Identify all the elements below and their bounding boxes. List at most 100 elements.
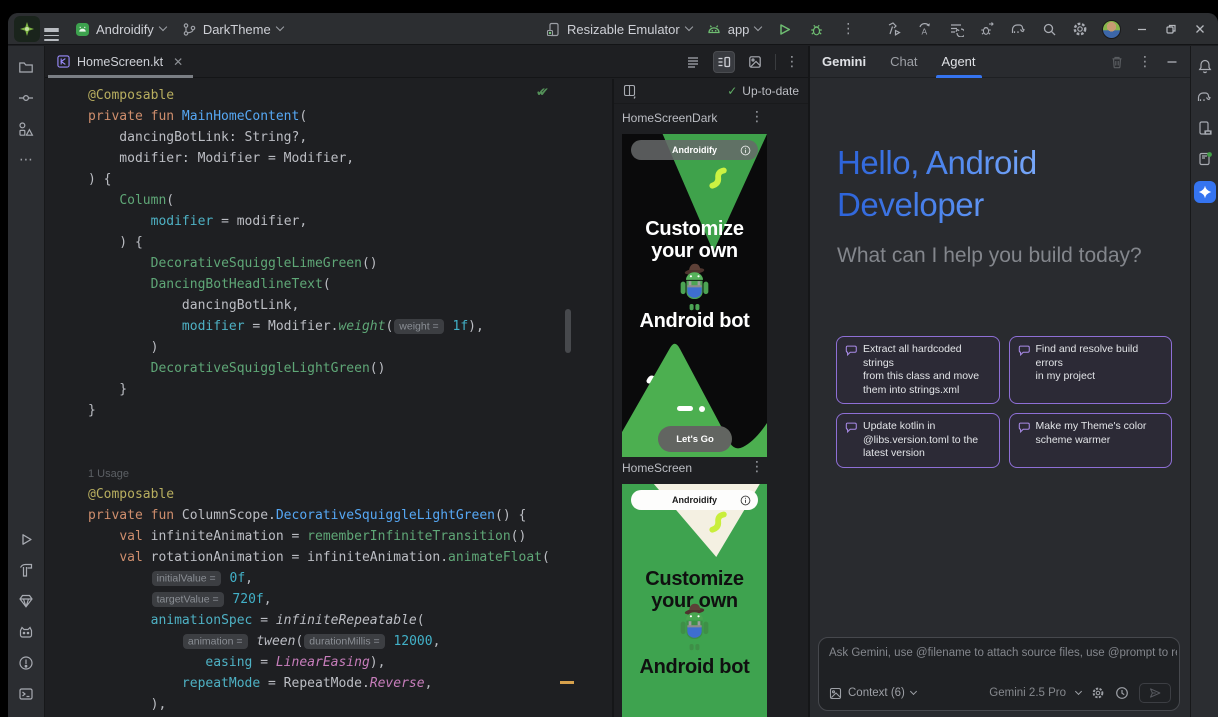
app-quality-insights-icon[interactable] xyxy=(17,592,35,610)
logcat-tool-icon[interactable] xyxy=(17,623,35,641)
android-bot-image xyxy=(672,262,717,312)
preview-menu-icon[interactable]: ⋮ xyxy=(750,109,764,125)
code-view-icon[interactable] xyxy=(682,51,704,73)
inlay-parameter-hint: targetValue = xyxy=(152,592,224,607)
lets-go-label: Let's Go xyxy=(676,434,714,445)
preview-name-dark[interactable]: HomeScreenDark xyxy=(622,111,717,125)
app-top-bar: Androidify xyxy=(631,490,758,510)
code-editor[interactable]: @Composableprivate fun MainHomeContent( … xyxy=(45,79,574,717)
user-avatar[interactable] xyxy=(1102,20,1121,39)
code-line: @Composable xyxy=(88,85,574,106)
inlay-parameter-hint: weight = xyxy=(394,319,443,334)
notifications-icon[interactable] xyxy=(1196,57,1214,75)
run-tool-icon[interactable] xyxy=(17,530,35,548)
code-line: dancingBotLink: String?, xyxy=(88,127,574,148)
code-line: ) xyxy=(88,337,574,358)
code-line xyxy=(88,421,574,442)
editor-scrollbar[interactable] xyxy=(565,309,571,353)
restore-button[interactable] xyxy=(1163,21,1179,37)
headline-text-2: Android bot xyxy=(622,310,767,332)
headline-text-2: Android bot xyxy=(622,656,767,678)
more-tool-windows-icon[interactable]: ⋯ xyxy=(17,151,35,169)
run-config-selector[interactable]: app xyxy=(706,22,762,37)
vcs-branch-selector[interactable]: DarkTheme xyxy=(182,22,283,37)
debug-button[interactable] xyxy=(807,20,825,38)
tab-chat[interactable]: Chat xyxy=(890,46,917,78)
gemini-suggestion-card[interactable]: Extract all hardcoded strings from this … xyxy=(836,336,1000,404)
gemini-suggestion-card[interactable]: Update kotlin in @libs.version.toml to t… xyxy=(836,413,1000,468)
code-line xyxy=(88,442,574,463)
tab-agent[interactable]: Agent xyxy=(942,46,976,78)
terminal-tool-icon[interactable] xyxy=(17,685,35,703)
search-everywhere-icon[interactable] xyxy=(1040,20,1058,38)
gemini-suggestion-card[interactable]: Make my Theme's color scheme warmer xyxy=(1009,413,1173,468)
code-line: modifier = modifier, xyxy=(88,211,574,232)
chat-bubble-icon xyxy=(845,344,858,357)
preview-card-homescreen[interactable]: Androidify Customize your own Android bo… xyxy=(622,484,767,717)
gemini-subtitle: What can I help you build today? xyxy=(837,244,1142,268)
trash-icon[interactable] xyxy=(1110,55,1124,69)
info-icon[interactable] xyxy=(740,495,751,506)
context-label[interactable]: Context (6) xyxy=(848,687,905,699)
code-line: animationSpec = infiniteRepeatable( xyxy=(88,610,574,631)
inspection-status-icon[interactable]: ✔✔ xyxy=(536,85,558,99)
settings-icon[interactable] xyxy=(1071,20,1089,38)
code-line: ) { xyxy=(88,169,574,190)
code-area[interactable]: @Composableprivate fun MainHomeContent( … xyxy=(45,79,574,715)
profiler-icon[interactable] xyxy=(885,20,903,38)
tab-close-icon[interactable]: ✕ xyxy=(173,55,183,69)
design-view-icon[interactable] xyxy=(744,51,766,73)
project-tool-icon[interactable] xyxy=(17,58,35,76)
gemini-options-icon[interactable]: ⋮ xyxy=(1138,54,1152,70)
lets-go-button[interactable]: Let's Go xyxy=(658,426,732,452)
android-studio-logo-icon[interactable] xyxy=(14,16,40,42)
gemini-tool-icon[interactable] xyxy=(1194,181,1216,203)
resource-manager-icon[interactable] xyxy=(17,120,35,138)
scrollbar-change-mark xyxy=(560,681,574,684)
send-button[interactable] xyxy=(1139,683,1171,703)
attach-image-icon[interactable] xyxy=(829,687,842,700)
minimize-button[interactable] xyxy=(1134,21,1150,37)
device-selector[interactable]: Resizable Emulator xyxy=(546,22,692,37)
problems-tool-icon[interactable] xyxy=(17,654,35,672)
chat-bubble-icon xyxy=(845,421,858,434)
attach-debugger-icon[interactable] xyxy=(978,20,996,38)
preview-menu-icon[interactable]: ⋮ xyxy=(750,459,764,475)
android-bot-image xyxy=(672,602,717,652)
running-devices-icon[interactable] xyxy=(1196,150,1214,168)
tab-options-icon[interactable]: ⋮ xyxy=(785,54,799,70)
run-button[interactable] xyxy=(775,20,793,38)
build-variants-icon[interactable] xyxy=(947,20,965,38)
gemini-settings-icon[interactable] xyxy=(1091,686,1105,700)
build-tool-icon[interactable] xyxy=(17,561,35,579)
gradle-tool-icon[interactable] xyxy=(1196,88,1214,106)
preview-layout-icon[interactable] xyxy=(623,84,638,99)
gemini-suggestion-card[interactable]: Find and resolve build errors in my proj… xyxy=(1009,336,1173,404)
editor-tab-bar: HomeScreen.kt ✕ ⋮ xyxy=(45,46,808,78)
project-selector[interactable]: Androidify xyxy=(75,22,166,37)
chevron-down-icon xyxy=(754,23,762,31)
info-icon[interactable] xyxy=(740,145,751,156)
gradle-sync-icon[interactable] xyxy=(1009,20,1027,38)
code-line: repeatMode = RepeatMode.Reverse, xyxy=(88,673,574,694)
history-icon[interactable] xyxy=(1115,686,1129,700)
device-manager-icon[interactable] xyxy=(1196,119,1214,137)
tab-label: HomeScreen.kt xyxy=(77,55,163,69)
gemini-hello-heading: Hello, Android Developer xyxy=(837,142,1037,226)
gemini-input-box[interactable]: Ask Gemini, use @filename to attach sour… xyxy=(818,637,1180,711)
close-button[interactable] xyxy=(1192,21,1208,37)
code-line: private fun ColumnScope.DecorativeSquigg… xyxy=(88,505,574,526)
main-menu-icon[interactable] xyxy=(44,26,59,33)
preview-card-homescreendark[interactable]: Androidify Customize your own Android bo… xyxy=(622,134,767,457)
left-tool-stripe: ⋯ xyxy=(8,46,45,717)
suggestion-text: Make my Theme's color scheme warmer xyxy=(1036,420,1164,447)
hide-panel-icon[interactable] xyxy=(1166,56,1178,68)
more-run-actions-icon[interactable]: ⋮ xyxy=(839,20,857,38)
editor-tab-homescreen[interactable]: HomeScreen.kt ✕ xyxy=(48,46,193,78)
gemini-header: Gemini Chat Agent ⋮ xyxy=(810,46,1190,78)
split-view-icon[interactable] xyxy=(713,51,735,73)
commit-tool-icon[interactable] xyxy=(17,89,35,107)
preview-name-light[interactable]: HomeScreen xyxy=(622,461,692,475)
ai-rename-icon[interactable]: A xyxy=(916,20,934,38)
model-label[interactable]: Gemini 2.5 Pro xyxy=(989,687,1066,699)
